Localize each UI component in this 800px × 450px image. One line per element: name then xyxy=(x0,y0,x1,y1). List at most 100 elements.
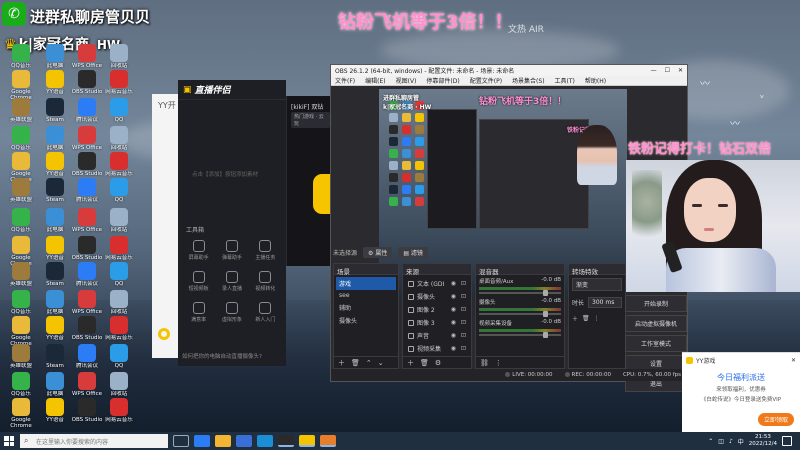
scene-item[interactable]: 辅助 xyxy=(336,301,396,314)
close-icon[interactable]: ✕ xyxy=(678,67,683,74)
network-icon[interactable]: ◫ xyxy=(718,438,724,445)
eye-icon[interactable]: ◉ xyxy=(451,319,456,326)
chevron-up-icon[interactable]: ⌃ xyxy=(708,438,713,445)
scene-item[interactable]: see xyxy=(336,290,396,301)
control-button[interactable]: 启动虚拟摄像机 xyxy=(625,315,687,332)
volume-icon[interactable]: ♪ xyxy=(729,438,733,445)
eye-icon[interactable]: ◉ xyxy=(451,280,456,287)
control-button[interactable]: 工作室模式 xyxy=(625,335,687,352)
eye-icon[interactable]: ◉ xyxy=(451,293,456,300)
duration-input[interactable]: 300 ms xyxy=(588,297,622,308)
zbbl-tool[interactable]: 视频转化 xyxy=(249,271,282,292)
desktop-icon[interactable]: 网易云音乐 xyxy=(102,398,136,430)
more-icon[interactable]: ⋮ xyxy=(594,315,600,322)
remove-icon[interactable]: 🗑 xyxy=(420,359,429,367)
filters-button[interactable]: ▤ 滤镜 xyxy=(398,246,428,258)
obs-taskbar-icon[interactable] xyxy=(278,435,294,447)
desktop-icon[interactable]: 英雄联盟 xyxy=(4,178,38,210)
eye-icon[interactable]: ◉ xyxy=(451,345,456,352)
desktop-icon[interactable]: 腾讯会议 xyxy=(70,178,104,210)
file-explorer-icon[interactable] xyxy=(215,435,231,447)
source-item[interactable]: 声音 ◉ ⊡ xyxy=(405,329,469,342)
menu-item[interactable]: 编辑(E) xyxy=(365,76,385,85)
start-button[interactable] xyxy=(0,432,18,450)
edge-icon[interactable] xyxy=(194,435,210,447)
up-icon[interactable]: ⌃ xyxy=(366,359,372,367)
gear-icon[interactable]: ⚙ xyxy=(435,359,441,367)
add-icon[interactable]: ＋ xyxy=(338,358,345,368)
remove-icon[interactable]: 🗑 xyxy=(351,359,360,367)
source-item[interactable]: 视频采集 ◉ ⊡ xyxy=(405,342,469,355)
transition-select[interactable]: 渐变 xyxy=(569,275,625,294)
zbbl-side-handle[interactable] xyxy=(313,174,331,214)
app-icon xyxy=(46,44,64,62)
desktop-icon[interactable]: OBS Studio xyxy=(70,398,104,430)
slider-handle[interactable] xyxy=(542,332,548,338)
yy-taskbar-icon[interactable] xyxy=(299,435,315,447)
mail-icon[interactable] xyxy=(236,435,252,447)
clock[interactable]: 21:53 2022/12/4 xyxy=(749,434,777,447)
desktop-icon[interactable]: Google Chrome xyxy=(4,398,38,430)
properties-button[interactable]: ⚙ 属性 xyxy=(363,246,393,258)
lock-icon[interactable]: ⊡ xyxy=(461,306,466,313)
zbbl-tool[interactable]: 主播任务 xyxy=(249,240,282,261)
source-item[interactable]: 图像 2 ◉ ⊡ xyxy=(405,303,469,316)
lock-icon[interactable]: ⊡ xyxy=(461,319,466,326)
claim-button[interactable]: 立即领取 xyxy=(757,413,794,426)
menu-item[interactable]: 停靠部件(D) xyxy=(426,76,459,85)
ime-indicator[interactable]: 中 xyxy=(738,437,744,446)
zbbl-taskbar-icon[interactable] xyxy=(320,435,336,447)
lock-icon[interactable]: ⊡ xyxy=(461,280,466,287)
link-icon[interactable]: ⛓ xyxy=(480,359,489,367)
yy-notification[interactable]: YY游戏 ✕ 今日福利派送 来领取福利，优惠券 《白蛇传说》今日登录送免费VIP … xyxy=(682,352,800,432)
taskbar-search[interactable]: ⌕ 在这里输入你要搜索的内容 xyxy=(20,434,168,448)
zbbl-tool[interactable]: 虚拟形象 xyxy=(215,302,248,323)
desktop-icon[interactable]: QQ xyxy=(102,178,136,210)
add-icon[interactable]: ＋ xyxy=(572,314,578,323)
menu-item[interactable]: 配置文件(P) xyxy=(470,76,502,85)
lock-icon[interactable]: ⊡ xyxy=(461,293,466,300)
source-item[interactable]: 摄像头 ◉ ⊡ xyxy=(405,290,469,303)
store-icon[interactable] xyxy=(257,435,273,447)
eye-icon[interactable]: ◉ xyxy=(451,306,456,313)
volume-slider[interactable] xyxy=(479,290,561,296)
scene-item[interactable]: 游戏 xyxy=(336,277,396,290)
lock-icon[interactable]: ⊡ xyxy=(461,332,466,339)
menu-item[interactable]: 工具(T) xyxy=(555,76,575,85)
minimize-icon[interactable]: — xyxy=(651,67,657,74)
zbbl-tool[interactable]: 新人入门 xyxy=(249,302,282,323)
zbbl-tool[interactable]: 短视频板 xyxy=(182,271,215,292)
down-icon[interactable]: ⌄ xyxy=(378,359,384,367)
menu-item[interactable]: 视图(V) xyxy=(396,76,417,85)
volume-slider[interactable] xyxy=(479,332,561,338)
task-view-icon[interactable] xyxy=(173,435,189,447)
desktop-icon[interactable]: Steam xyxy=(38,178,72,210)
volume-slider[interactable] xyxy=(479,311,561,317)
gear-icon[interactable]: ⋮ xyxy=(495,359,502,367)
menu-item[interactable]: 场景集合(S) xyxy=(512,76,545,85)
zbbl-tool[interactable]: 录人直播 xyxy=(215,271,248,292)
close-icon[interactable]: ✕ xyxy=(791,357,796,364)
menu-item[interactable]: 文件(F) xyxy=(335,76,355,85)
source-item[interactable]: 文本 (GDI ◉ ⊡ xyxy=(405,277,469,290)
lock-icon[interactable]: ⊡ xyxy=(461,345,466,352)
zbbl-tool[interactable]: 屏幕助手 xyxy=(182,240,215,261)
zbbl-window[interactable]: ▣ 直播伴侣 点击【添加】按钮添加素材 工具箱 屏幕助手 弹幕助手 主播任务 短视频板… xyxy=(178,80,286,366)
add-icon[interactable]: ＋ xyxy=(407,358,414,368)
notification-icon[interactable] xyxy=(782,436,792,446)
remove-icon[interactable]: 🗑 xyxy=(582,315,590,322)
control-button[interactable]: 开始录制 xyxy=(625,295,687,312)
eye-icon[interactable]: ◉ xyxy=(451,332,456,339)
menu-item[interactable]: 帮助(H) xyxy=(585,76,606,85)
scene-item[interactable]: 摄像头 xyxy=(336,314,396,327)
desktop-icon[interactable]: YY语音 xyxy=(38,398,72,430)
zbbl-tool[interactable]: 满意率 xyxy=(182,302,215,323)
zbbl-footer-link[interactable]: 如何把你的电脑自动直播摄像头? xyxy=(182,352,262,360)
maximize-icon[interactable]: ☐ xyxy=(665,67,670,74)
slider-handle[interactable] xyxy=(542,290,548,296)
source-item[interactable]: 图像 3 ◉ ⊡ xyxy=(405,316,469,329)
mixer-channel: 视频采集设备 -0.0 dB xyxy=(476,317,564,338)
zbbl-tool[interactable]: 弹幕助手 xyxy=(215,240,248,261)
slider-handle[interactable] xyxy=(542,311,548,317)
zbbl-room-tab[interactable]: 热门游戏 · 云玩 xyxy=(291,112,330,128)
